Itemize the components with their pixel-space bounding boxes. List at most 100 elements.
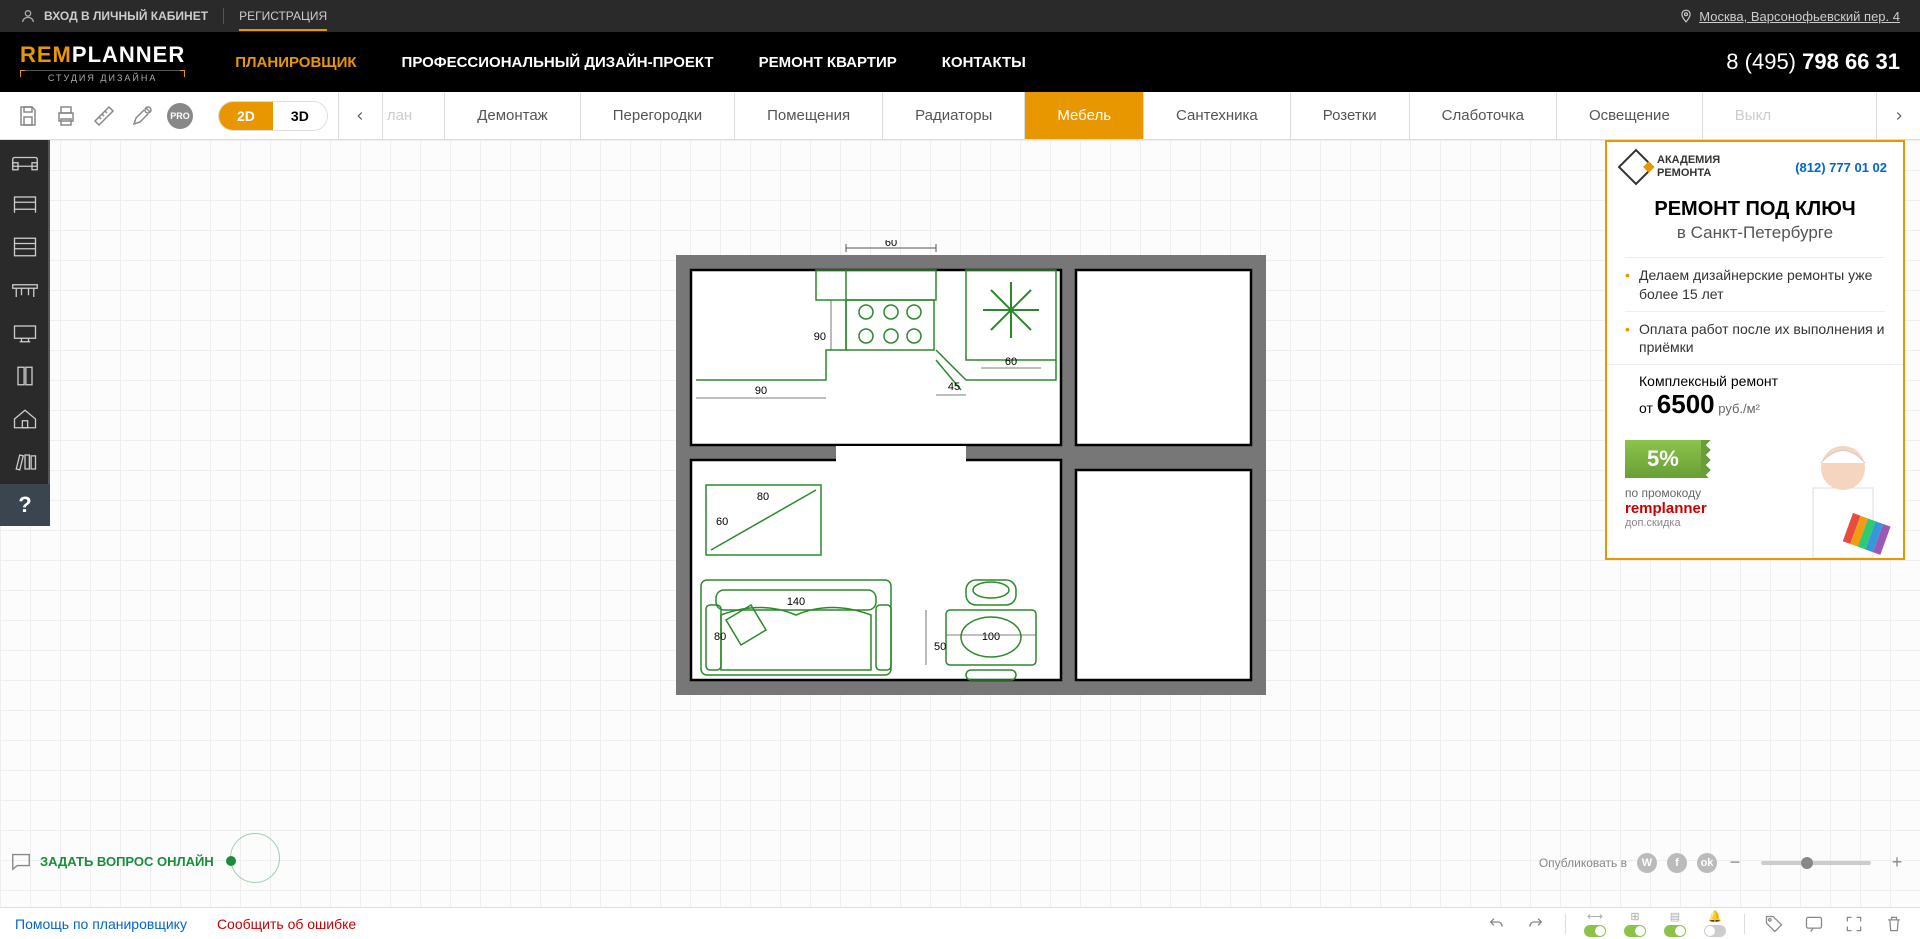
svg-text:90: 90 <box>755 385 767 397</box>
toggle-dims[interactable]: ⟷ <box>1584 910 1606 937</box>
zoom-out-button[interactable]: − <box>1727 852 1743 873</box>
ruler-icon[interactable] <box>86 98 122 134</box>
logo[interactable]: REMPLANNER СТУДИЯ ДИЗАЙНА <box>20 42 185 83</box>
furniture-sidebar: ? <box>0 140 50 526</box>
nav-planner[interactable]: ПЛАНИРОВЩИК <box>235 54 356 71</box>
phone[interactable]: 8 (495) 798 66 31 <box>1726 49 1900 75</box>
nav-links: ПЛАНИРОВЩИК ПРОФЕССИОНАЛЬНЫЙ ДИЗАЙН-ПРОЕ… <box>235 54 1026 71</box>
canvas[interactable]: ? 60 <box>0 140 1920 907</box>
ad-bullet: Делаем дизайнерские ремонты уже более 15… <box>1625 257 1885 310</box>
fullscreen-button[interactable] <box>1843 913 1865 935</box>
sidebar-dresser[interactable] <box>0 226 50 268</box>
tag-button[interactable] <box>1763 913 1785 935</box>
pro-badge[interactable]: PRO <box>162 98 198 134</box>
tab-sockets[interactable]: Розетки <box>1291 92 1410 139</box>
toggle-layers[interactable]: ▤ <box>1664 910 1686 937</box>
svg-text:90: 90 <box>814 331 826 343</box>
nav-design[interactable]: ПРОФЕССИОНАЛЬНЫЙ ДИЗАЙН-ПРОЕКТ <box>402 54 714 71</box>
tab-radiators[interactable]: Радиаторы <box>883 92 1025 139</box>
header-left: ВХОД В ЛИЧНЫЙ КАБИНЕТ РЕГИСТРАЦИЯ <box>20 8 327 24</box>
sidebar-bed[interactable] <box>0 183 50 225</box>
svg-text:80: 80 <box>757 491 769 503</box>
ad-logo-icon <box>1618 149 1655 186</box>
tab-demolition[interactable]: Демонтаж <box>445 92 581 139</box>
sidebar-fridge[interactable] <box>0 355 50 397</box>
ad-logo: АКАДЕМИЯРЕМОНТА <box>1623 154 1720 180</box>
tabs-next-button[interactable] <box>1876 92 1920 139</box>
redo-button[interactable] <box>1525 913 1547 935</box>
zoom-in-button[interactable]: + <box>1889 852 1905 873</box>
ad-bullet: Оплата работ после их выполнения и приём… <box>1625 311 1885 364</box>
print-icon[interactable] <box>48 98 84 134</box>
online-dot-icon <box>226 856 236 866</box>
sidebar-sofa[interactable] <box>0 140 50 182</box>
sidebar-help[interactable]: ? <box>0 484 50 526</box>
comment-button[interactable] <box>1803 913 1825 935</box>
help-link[interactable]: Помощь по планировщику <box>15 916 187 932</box>
tab-lighting[interactable]: Освещение <box>1557 92 1703 139</box>
logo-prefix: REM <box>20 42 72 67</box>
header-bar: ВХОД В ЛИЧНЫЙ КАБИНЕТ РЕГИСТРАЦИЯ Москва… <box>0 0 1920 32</box>
toggle-bell[interactable]: 🔔 <box>1704 910 1726 937</box>
view-3d-button[interactable]: 3D <box>273 102 327 130</box>
ad-discount-badge: 5% <box>1625 440 1701 478</box>
chat-label: ЗАДАТЬ ВОПРОС ОНЛАЙН <box>40 854 214 869</box>
zoom-handle[interactable] <box>1801 857 1813 869</box>
tab-partitions[interactable]: Перегородки <box>581 92 735 139</box>
svg-text:60: 60 <box>885 240 897 249</box>
login-link[interactable]: ВХОД В ЛИЧНЫЙ КАБИНЕТ <box>20 8 208 24</box>
fb-icon[interactable]: f <box>1667 853 1687 873</box>
tab-lowvoltage[interactable]: Слаботочка <box>1410 92 1557 139</box>
tab-switches[interactable]: Выкл <box>1703 92 1803 139</box>
divider <box>223 8 224 24</box>
tab-furniture[interactable]: Мебель <box>1025 92 1144 139</box>
svg-text:60: 60 <box>1005 356 1017 368</box>
svg-text:80: 80 <box>714 631 726 643</box>
toolbar-tabs: лан Демонтаж Перегородки Помещения Радиа… <box>383 92 1876 139</box>
publish-bar: Опубликовать в W f ok − + <box>1539 852 1905 873</box>
toggle-snap[interactable]: ⊞ <box>1624 910 1646 937</box>
pin-icon <box>1679 9 1693 23</box>
publish-label: Опубликовать в <box>1539 856 1627 870</box>
save-icon[interactable] <box>10 98 46 134</box>
sidebar-table[interactable] <box>0 269 50 311</box>
ad-subtitle: в Санкт-Петербурге <box>1607 223 1903 257</box>
logo-sub: СТУДИЯ ДИЗАЙНА <box>20 70 185 83</box>
chat-icon <box>10 850 32 872</box>
report-link[interactable]: Сообщить об ошибке <box>217 916 356 932</box>
svg-text:60: 60 <box>716 516 728 528</box>
tools-icon[interactable] <box>124 98 160 134</box>
nav-contacts[interactable]: КОНТАКТЫ <box>942 54 1026 71</box>
location-link[interactable]: Москва, Варсонофьевский пер. 4 <box>1679 9 1900 24</box>
delete-button[interactable] <box>1883 913 1905 935</box>
sidebar-house[interactable] <box>0 398 50 440</box>
toolbar: PRO 2D 3D лан Демонтаж Перегородки Помещ… <box>0 92 1920 140</box>
ok-icon[interactable]: ok <box>1697 853 1717 873</box>
register-link[interactable]: РЕГИСТРАЦИЯ <box>239 9 327 31</box>
undo-button[interactable] <box>1485 913 1507 935</box>
tab-plan[interactable]: лан <box>383 92 445 139</box>
logo-main: PLANNER <box>72 42 185 67</box>
ad-panel[interactable]: АКАДЕМИЯРЕМОНТА (812) 777 01 02 РЕМОНТ П… <box>1605 140 1905 560</box>
floorplan[interactable]: 60 90 90 45 60 <box>666 240 1276 700</box>
tabs-prev-button[interactable] <box>339 92 383 139</box>
tab-plumbing[interactable]: Сантехника <box>1144 92 1291 139</box>
svg-text:50: 50 <box>934 641 946 653</box>
tab-rooms[interactable]: Помещения <box>735 92 883 139</box>
sidebar-books[interactable] <box>0 441 50 483</box>
ad-phone[interactable]: (812) 777 01 02 <box>1795 160 1887 175</box>
ad-title: РЕМОНТ ПОД КЛЮЧ <box>1607 192 1903 223</box>
view-2d-button[interactable]: 2D <box>219 102 273 130</box>
location-text: Москва, Варсонофьевский пер. 4 <box>1699 9 1900 24</box>
svg-text:140: 140 <box>787 596 805 608</box>
vk-icon[interactable]: W <box>1637 853 1657 873</box>
chat-pulse <box>230 833 280 883</box>
login-label: ВХОД В ЛИЧНЫЙ КАБИНЕТ <box>44 9 208 23</box>
view-toggle: 2D 3D <box>218 101 328 131</box>
chat-button[interactable]: ЗАДАТЬ ВОПРОС ОНЛАЙН <box>10 850 236 872</box>
toolbar-icons: PRO <box>0 98 208 134</box>
nav-renovation[interactable]: РЕМОНТ КВАРТИР <box>759 54 897 71</box>
zoom-slider[interactable] <box>1761 861 1871 865</box>
sidebar-tv[interactable] <box>0 312 50 354</box>
svg-text:100: 100 <box>982 631 1000 643</box>
